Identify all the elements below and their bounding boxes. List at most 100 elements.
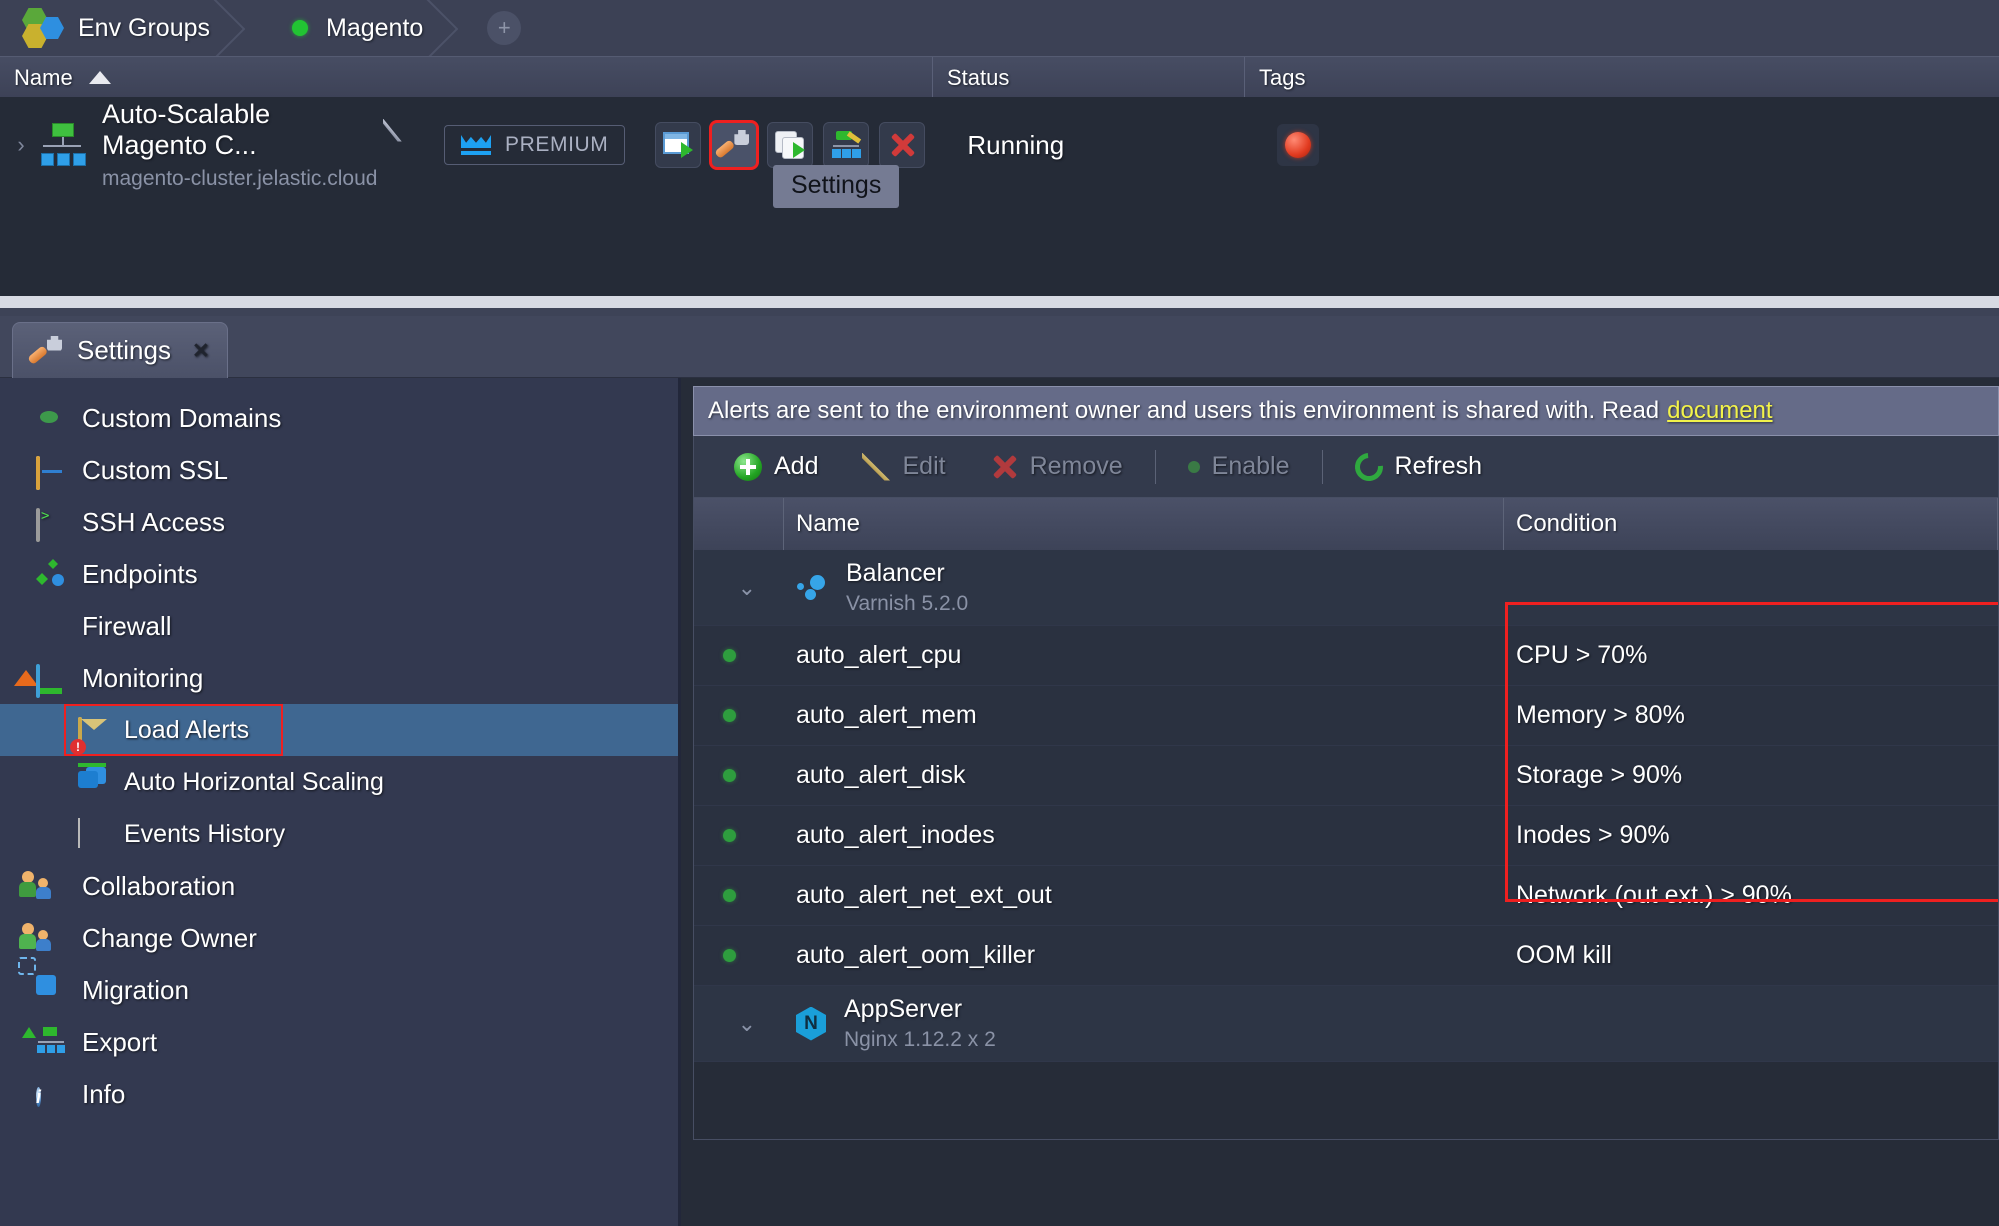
- sidebar-item-custom-domains[interactable]: Custom Domains: [0, 392, 678, 444]
- alert-name: auto_alert_cpu: [796, 641, 962, 669]
- sidebar-item-label: Migration: [82, 974, 189, 1005]
- breadcrumb-separator: [418, 0, 458, 56]
- row-status-cell: [694, 866, 784, 925]
- horizontal-splitter[interactable]: [0, 296, 1999, 308]
- condition-cell: Network (out ext.) > 90%: [1516, 881, 1792, 909]
- delete-environment-icon[interactable]: [879, 122, 926, 168]
- sidebar-item-auto-horizontal-scaling[interactable]: Auto Horizontal Scaling: [0, 756, 678, 808]
- alert-enabled-dot-icon: [723, 889, 736, 902]
- alert-name: auto_alert_inodes: [796, 821, 995, 849]
- node-group-stack: Varnish 5.2.0: [846, 592, 969, 615]
- table-row[interactable]: auto_alert_net_ext_out Network (out ext.…: [694, 866, 1998, 926]
- documentation-link[interactable]: document: [1667, 397, 1772, 425]
- sidebar-item-custom-ssl[interactable]: Custom SSL: [0, 444, 678, 496]
- sidebar-item-firewall[interactable]: Firewall: [0, 600, 678, 652]
- grid-column-header-condition[interactable]: Condition: [1504, 498, 1998, 550]
- environment-title-row: Auto-Scalable Magento C...: [102, 99, 402, 161]
- condition-cell: Memory > 80%: [1516, 701, 1685, 729]
- settings-wrench-icon[interactable]: [709, 120, 760, 170]
- add-environment-button[interactable]: +: [487, 11, 522, 45]
- sidebar-item-label: Collaboration: [82, 870, 236, 901]
- environment-names: Auto-Scalable Magento C... magento-clust…: [102, 99, 402, 191]
- environment-toolbar: [655, 120, 926, 170]
- alert-enabled-dot-icon: [723, 649, 736, 662]
- alert-enabled-dot-icon: [723, 829, 736, 842]
- environment-status: Running: [967, 129, 1065, 160]
- sidebar-item-label: Info: [82, 1078, 126, 1109]
- row-status-cell: [694, 806, 784, 865]
- refresh-button[interactable]: Refresh: [1333, 436, 1505, 498]
- breadcrumb-item-env-groups[interactable]: Env Groups: [0, 0, 244, 56]
- change-environment-topology-icon[interactable]: [823, 122, 870, 168]
- collaboration-icon: [19, 871, 66, 901]
- sidebar-item-events-history[interactable]: Events History: [0, 808, 678, 860]
- environment-title: Auto-Scalable Magento C...: [102, 99, 271, 160]
- edit-button[interactable]: Edit: [840, 436, 967, 498]
- table-row[interactable]: ⌄ Balancer Varnish 5.2.0: [694, 550, 1998, 626]
- breadcrumb-item-magento[interactable]: Magento: [244, 0, 457, 56]
- grid-column-header-name[interactable]: Name: [784, 498, 1504, 550]
- nginx-node-icon: N: [796, 1006, 826, 1041]
- chevron-down-icon[interactable]: ⌄: [738, 575, 756, 601]
- edit-pencil-icon: [862, 453, 890, 481]
- migration-icon: [18, 957, 66, 1005]
- plan-badge-premium[interactable]: PREMIUM: [444, 125, 626, 165]
- expand-environment-chevron-icon[interactable]: ›: [6, 132, 36, 158]
- sidebar-item-ssh-access[interactable]: SSH Access: [0, 496, 678, 548]
- environment-tag-button[interactable]: [1277, 124, 1320, 166]
- add-icon: [734, 452, 762, 481]
- table-row[interactable]: auto_alert_oom_killer OOM kill: [694, 926, 1998, 986]
- sidebar-item-change-owner[interactable]: Change Owner: [0, 912, 678, 964]
- refresh-icon: [1348, 446, 1389, 487]
- open-in-browser-icon[interactable]: [655, 122, 702, 168]
- alerts-info-banner-text: Alerts are sent to the environment owner…: [708, 397, 1660, 424]
- column-header-tags[interactable]: Tags: [1245, 57, 1999, 98]
- remove-x-icon: [990, 453, 1018, 481]
- ssh-access-icon: [36, 507, 66, 542]
- row-status-cell: [694, 686, 784, 745]
- column-header-status[interactable]: Status: [933, 57, 1245, 98]
- sidebar-item-endpoints[interactable]: Endpoints: [0, 548, 678, 600]
- enable-dot-icon: [1187, 460, 1200, 473]
- enable-button[interactable]: Enable: [1166, 436, 1312, 498]
- settings-sidebar: Custom Domains Custom SSL SSH Access End…: [0, 378, 681, 1226]
- table-row[interactable]: ⌄ N AppServer Nginx 1.12.2 x 2: [694, 986, 1998, 1062]
- column-header-status-label: Status: [947, 64, 1010, 90]
- crown-icon: [461, 135, 491, 155]
- node-group-cell: Balancer Varnish 5.2.0: [784, 550, 1504, 625]
- table-row[interactable]: auto_alert_inodes Inodes > 90%: [694, 806, 1998, 866]
- splitter-shadow: [0, 308, 1999, 316]
- condition-cell: Inodes > 90%: [1516, 821, 1670, 849]
- environment-list-header: Name Status Tags: [0, 56, 1999, 98]
- clone-environment-icon[interactable]: [767, 122, 814, 168]
- alerts-grid: Name Condition ⌄ Balancer Varnish 5.2.0: [693, 498, 1999, 1140]
- sidebar-item-migration[interactable]: Migration: [0, 957, 678, 1016]
- sidebar-item-info[interactable]: i Info: [0, 1068, 678, 1120]
- remove-button-label: Remove: [1029, 452, 1123, 480]
- remove-button[interactable]: Remove: [968, 436, 1145, 498]
- sidebar-item-label: Firewall: [82, 610, 172, 641]
- sidebar-item-collaboration[interactable]: Collaboration: [0, 860, 678, 912]
- sidebar-item-export[interactable]: Export: [0, 1016, 678, 1068]
- tab-settings[interactable]: Settings ×: [12, 322, 228, 378]
- table-row[interactable]: auto_alert_disk Storage > 90%: [694, 746, 1998, 806]
- node-group-name: AppServer: [844, 995, 963, 1023]
- collapse-monitoring-icon[interactable]: [14, 670, 38, 686]
- alerts-grid-header: Name Condition: [694, 498, 1998, 550]
- sidebar-item-load-alerts[interactable]: Load Alerts: [0, 704, 678, 756]
- grid-column-header-select[interactable]: [694, 498, 784, 550]
- environment-row[interactable]: › Auto-Scalable Magento C... magento-clu…: [0, 97, 1999, 193]
- condition-cell: CPU > 70%: [1516, 641, 1648, 669]
- node-group-cell: N AppServer Nginx 1.12.2 x 2: [784, 986, 1504, 1061]
- breadcrumb-separator: [205, 0, 245, 56]
- add-button[interactable]: Add: [712, 436, 840, 498]
- rename-environment-pencil-icon[interactable]: [383, 119, 402, 142]
- chevron-down-icon[interactable]: ⌄: [738, 1011, 756, 1037]
- sidebar-item-monitoring[interactable]: Monitoring: [0, 652, 678, 704]
- table-row[interactable]: auto_alert_mem Memory > 80%: [694, 686, 1998, 746]
- sidebar-item-label: Monitoring: [82, 662, 204, 693]
- close-icon[interactable]: ×: [193, 335, 209, 366]
- events-history-icon: [78, 818, 108, 849]
- table-row[interactable]: auto_alert_cpu CPU > 70%: [694, 626, 1998, 686]
- column-header-name[interactable]: Name: [0, 57, 933, 98]
